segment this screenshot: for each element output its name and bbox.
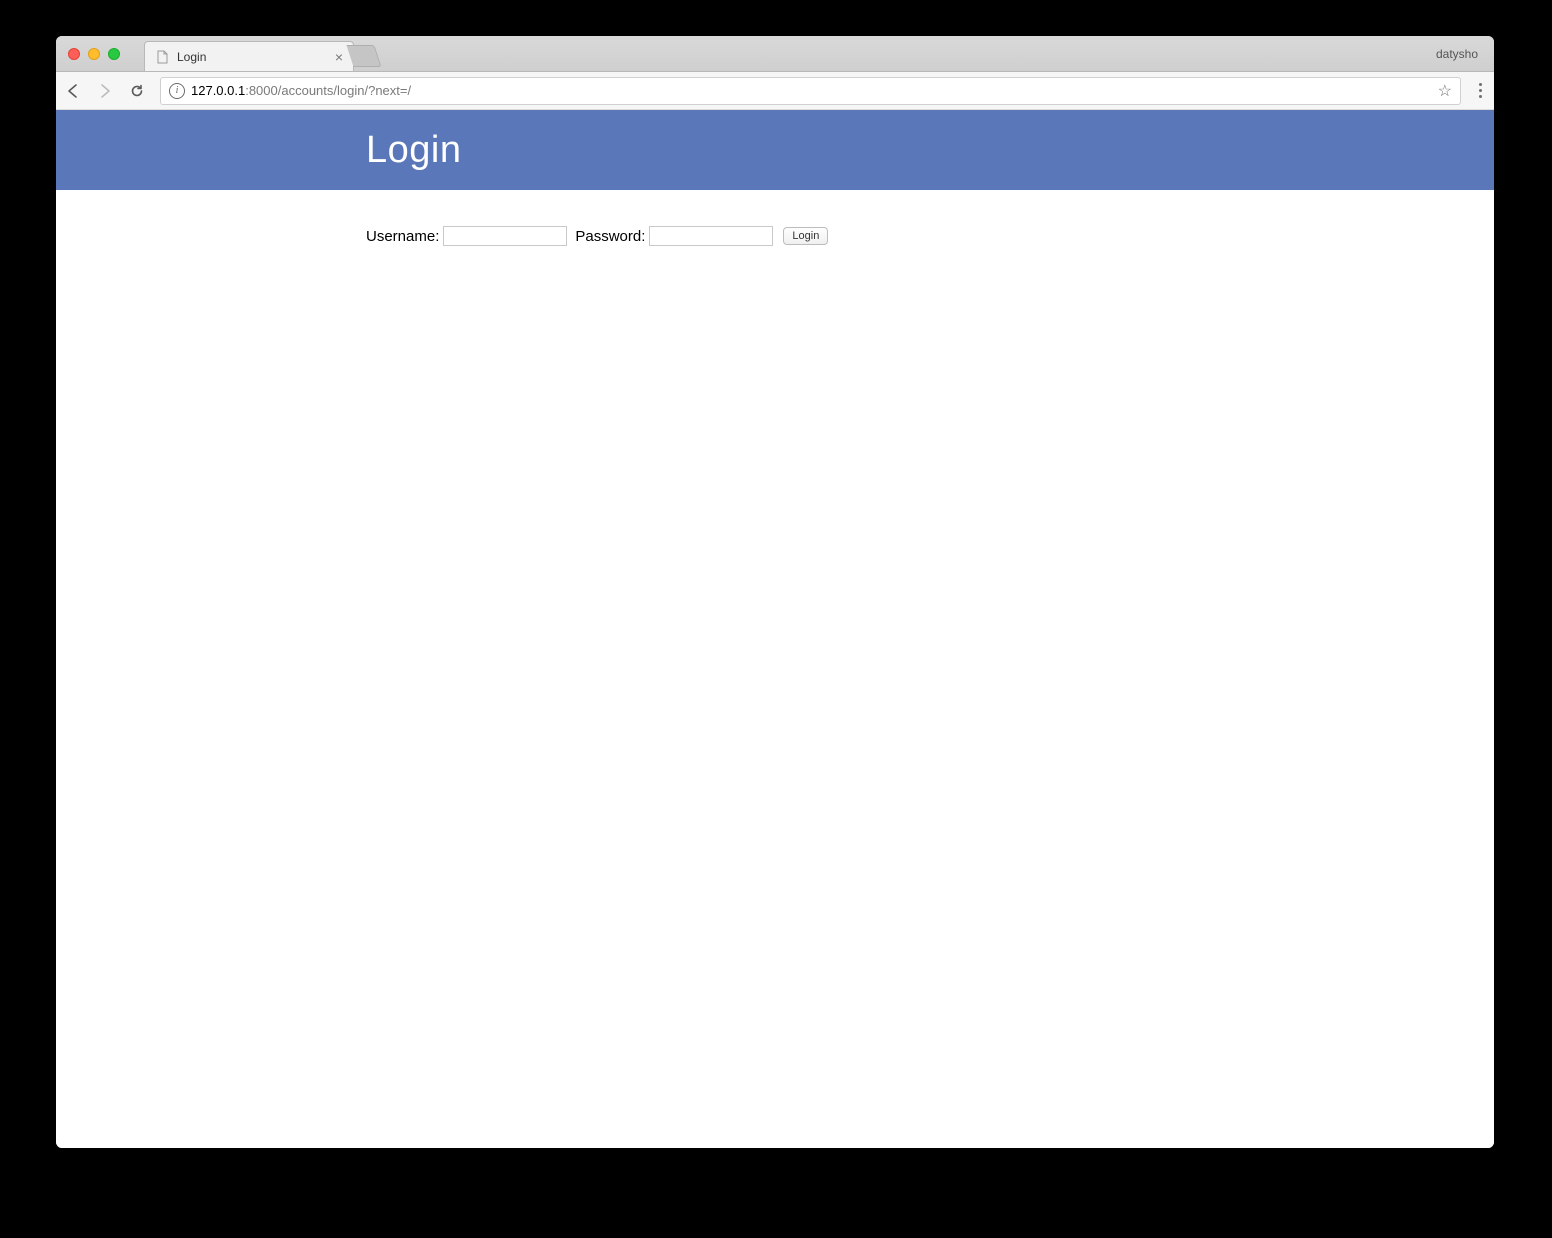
forward-button[interactable] [96,82,114,100]
close-tab-button[interactable]: × [335,50,343,64]
password-input[interactable] [649,226,773,246]
url-text: 127.0.0.1:8000/accounts/login/?next=/ [191,83,411,98]
reload-button[interactable] [128,82,146,100]
browser-tab[interactable]: Login × [144,41,354,71]
profile-name[interactable]: datysho [1436,47,1478,61]
page-viewport: Login Username: Password: Login [56,110,1494,1148]
toolbar: i 127.0.0.1:8000/accounts/login/?next=/ … [56,72,1494,110]
page-title: Login [366,129,1086,172]
fullscreen-window-button[interactable] [108,48,120,60]
window-controls [56,48,120,60]
close-window-button[interactable] [68,48,80,60]
login-form: Username: Password: Login [366,226,1086,246]
browser-menu-button[interactable] [1475,83,1486,98]
bookmark-star-icon[interactable]: ☆ [1438,81,1452,101]
minimize-window-button[interactable] [88,48,100,60]
site-info-icon[interactable]: i [169,83,185,99]
username-input[interactable] [443,226,567,246]
url-host: 127.0.0.1 [191,83,245,98]
password-label: Password: [575,228,645,245]
login-button[interactable]: Login [783,227,828,245]
url-path: :8000/accounts/login/?next=/ [245,83,411,98]
back-button[interactable] [64,82,82,100]
username-label: Username: [366,228,439,245]
new-tab-button[interactable] [346,45,381,67]
tab-bar: Login × datysho [56,36,1494,72]
page-header: Login [56,110,1494,190]
browser-window: Login × datysho i 127.0.0.1:8000/account… [56,36,1494,1148]
tab-title: Login [177,50,206,64]
address-bar[interactable]: i 127.0.0.1:8000/accounts/login/?next=/ … [160,77,1461,105]
file-icon [155,50,169,64]
